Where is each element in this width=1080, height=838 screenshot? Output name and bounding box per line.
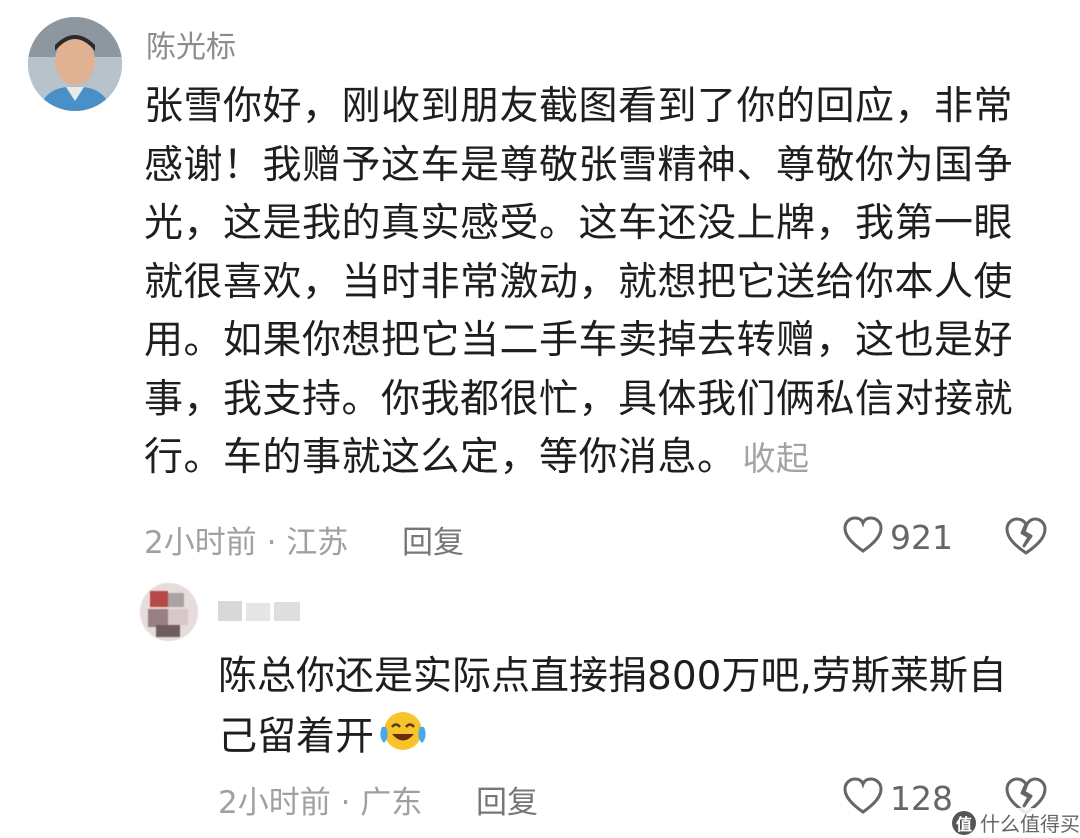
dislike-button[interactable] <box>1004 516 1048 560</box>
replier-name-blurred[interactable] <box>218 597 318 625</box>
reply-meta: 2小时前 · 广东 <box>218 785 423 821</box>
reply-reply-button[interactable]: 回复 <box>476 777 538 822</box>
comment-meta: 2小时前 · 江苏 <box>144 525 349 561</box>
author-name[interactable]: 陈光标 <box>146 22 236 66</box>
reply-body: 陈总你还是实际点直接捐800万吧,劳斯莱斯自己留着开 <box>218 647 1028 771</box>
reply-button[interactable]: 回复 <box>402 517 464 562</box>
crying-laughing-emoji-icon <box>378 707 428 771</box>
watermark: 值 什么值得买 <box>952 808 1080 837</box>
watermark-text: 什么值得买 <box>980 812 1080 836</box>
collapse-link[interactable]: 收起 <box>743 439 810 478</box>
reply-text: 陈总你还是实际点直接捐800万吧,劳斯莱斯自己留着开 <box>218 654 1007 760</box>
like-button[interactable]: 921 <box>842 515 953 559</box>
reply-like-count: 128 <box>890 778 953 818</box>
heart-outline-icon <box>842 515 884 559</box>
comment-body: 张雪你好，刚收到朋友截图看到了你的回应，非常感谢！我赠予这车是尊敬张雪精神、尊敬… <box>144 78 1044 489</box>
like-count: 921 <box>890 517 953 557</box>
watermark-logo-icon: 值 <box>952 810 976 835</box>
broken-heart-icon <box>1004 517 1048 560</box>
replier-avatar[interactable] <box>140 583 198 641</box>
comment-text: 张雪你好，刚收到朋友截图看到了你的回应，非常感谢！我赠予这车是尊敬张雪精神、尊敬… <box>144 84 1014 480</box>
reply-like-button[interactable]: 128 <box>842 776 953 820</box>
heart-outline-icon <box>842 776 884 820</box>
author-avatar[interactable] <box>28 17 122 111</box>
